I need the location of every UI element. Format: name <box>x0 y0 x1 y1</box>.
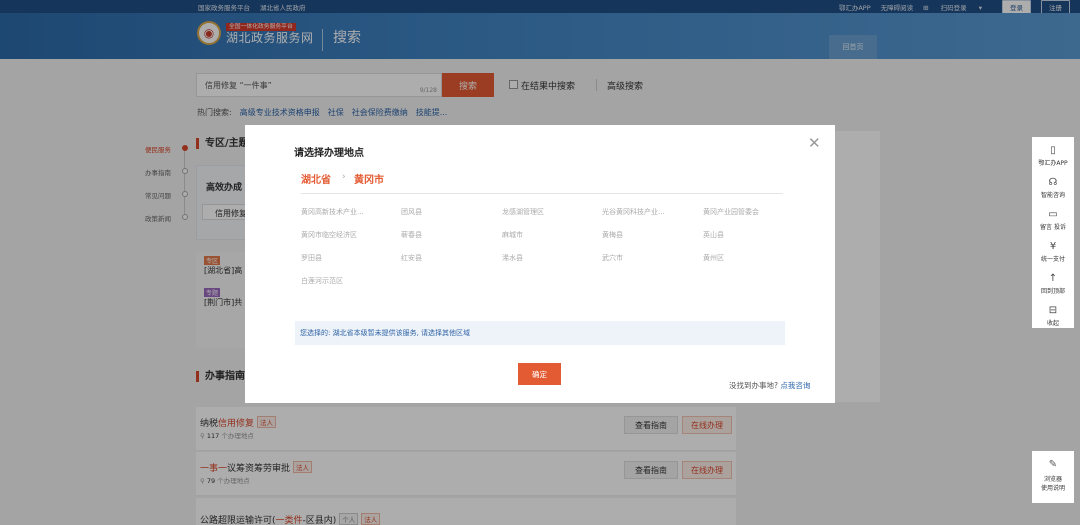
tool-ehuiban-app[interactable]: ▯ 鄂汇办APP <box>1032 145 1074 167</box>
region-option[interactable]: 龙感湖管理区 <box>502 207 544 217</box>
browser-guide-button[interactable]: ✎ 浏览器 使用说明 <box>1032 451 1074 503</box>
arrow-up-icon: ↑ <box>1048 273 1058 284</box>
region-option[interactable]: 光谷黄冈科技产业... <box>602 207 665 217</box>
tool-message-complaint[interactable]: ▭ 留言 投诉 <box>1032 209 1074 231</box>
close-icon[interactable]: ✕ <box>808 136 821 151</box>
region-option[interactable]: 黄冈高新技术产业... <box>301 207 364 217</box>
region-option[interactable]: 蕲春县 <box>401 230 422 240</box>
location-modal: 请选择办理地点 ✕ 湖北省 › 黄冈市 黄冈高新技术产业... 团风县 龙感湖管… <box>245 125 835 403</box>
region-option[interactable]: 黄州区 <box>703 253 724 263</box>
region-option[interactable]: 白莲河示范区 <box>301 276 343 286</box>
crumb-province[interactable]: 湖北省 <box>301 171 331 186</box>
region-option[interactable]: 黄冈市临空经济区 <box>301 230 357 240</box>
floating-toolbar: ▯ 鄂汇办APP ☊ 智能咨询 ▭ 留言 投诉 ¥ 统一支付 ↑ 回到顶部 ⊟ 收起 <box>1032 137 1074 328</box>
region-option[interactable]: 黄梅县 <box>602 230 623 240</box>
help-prompt: 没找到办事地? 点我咨询 <box>729 381 811 390</box>
minus-box-icon: ⊟ <box>1048 305 1058 316</box>
tool-smart-consult[interactable]: ☊ 智能咨询 <box>1032 177 1074 199</box>
region-option[interactable]: 武穴市 <box>602 253 623 263</box>
region-option[interactable]: 英山县 <box>703 230 724 240</box>
phone-icon: ▯ <box>1050 145 1056 156</box>
crumb-city[interactable]: 黄冈市 <box>354 171 384 186</box>
region-option[interactable]: 浠水县 <box>502 253 523 263</box>
tool-back-to-top[interactable]: ↑ 回到顶部 <box>1032 273 1074 295</box>
region-option[interactable]: 黄冈产业园管委会 <box>703 207 759 217</box>
region-option[interactable]: 团风县 <box>401 207 422 217</box>
consult-link[interactable]: 点我咨询 <box>780 381 810 390</box>
tool-unified-payment[interactable]: ¥ 统一支付 <box>1032 241 1074 263</box>
chevron-right-icon: › <box>342 172 346 182</box>
selection-notice: 您选择的: 湖北省本级暂未提供该服务, 请选择其他区域 <box>295 321 785 345</box>
region-option[interactable]: 罗田县 <box>301 253 322 263</box>
yuan-icon: ¥ <box>1049 241 1057 252</box>
chat-icon: ▭ <box>1048 209 1058 220</box>
region-option[interactable]: 红安县 <box>401 253 422 263</box>
tool-collapse[interactable]: ⊟ 收起 <box>1032 305 1074 327</box>
confirm-button[interactable]: 确定 <box>518 363 561 385</box>
headset-icon: ☊ <box>1048 177 1058 188</box>
region-option[interactable]: 麻城市 <box>502 230 523 240</box>
feather-icon: ✎ <box>1048 459 1058 470</box>
modal-title: 请选择办理地点 <box>294 148 364 159</box>
location-breadcrumb: 湖北省 › 黄冈市 <box>301 169 783 194</box>
